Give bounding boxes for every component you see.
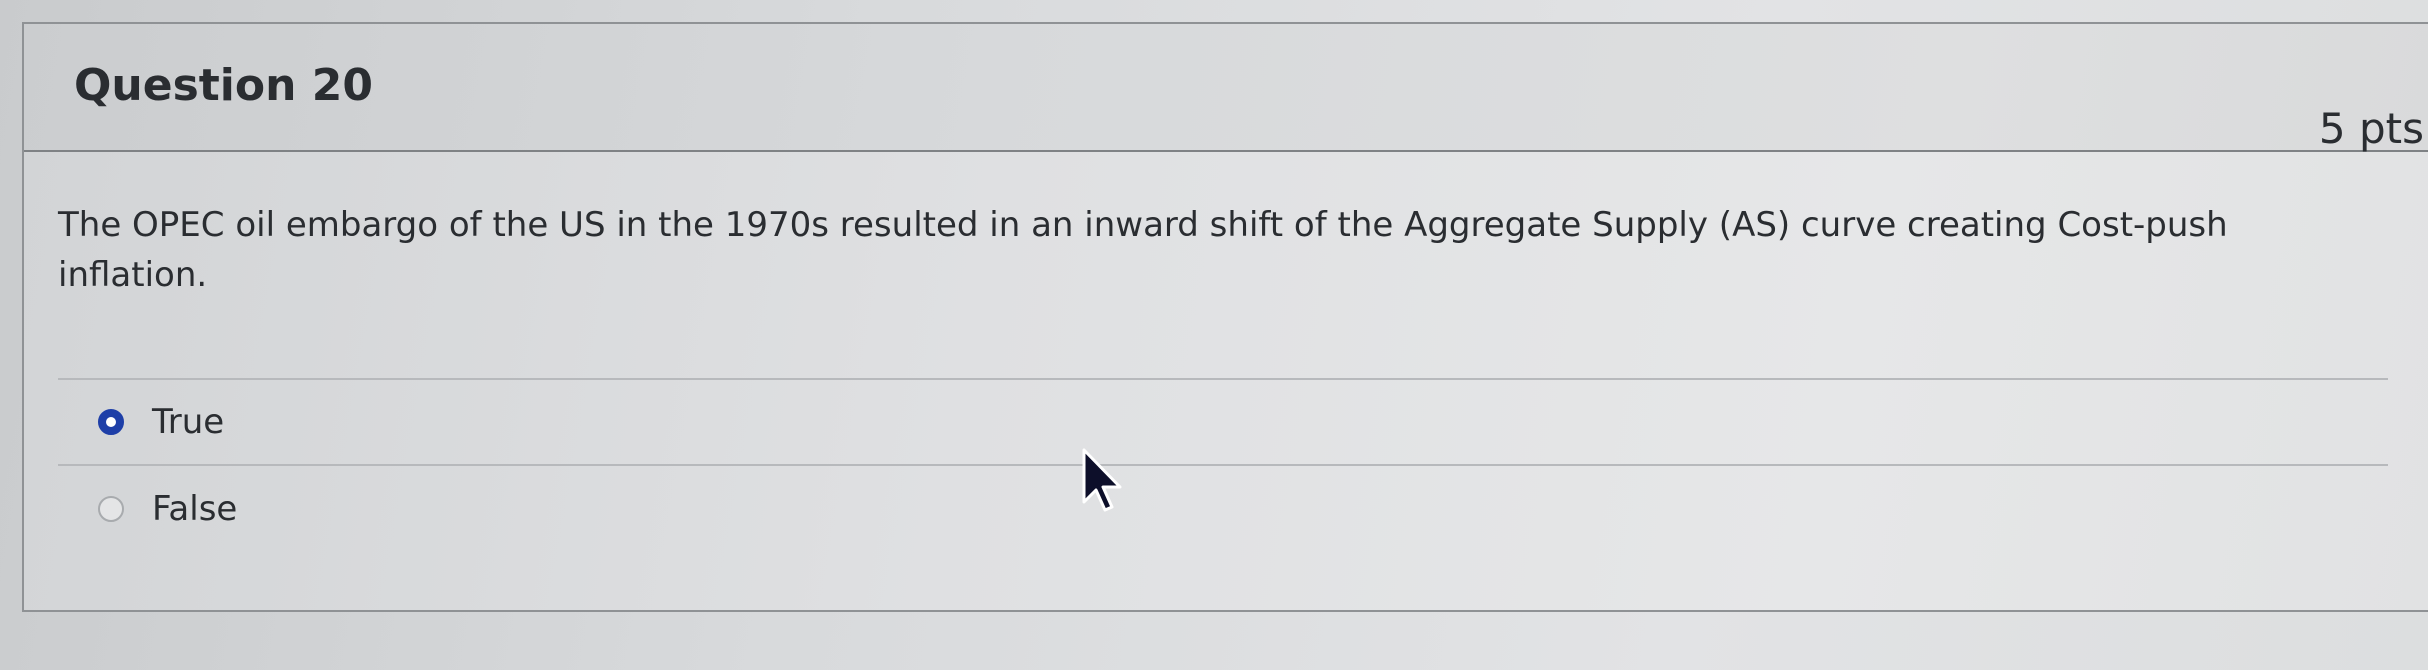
- question-title: Question 20: [74, 60, 373, 111]
- question-header: Question 20 5 pts: [24, 24, 2428, 153]
- radio-button-selected-icon[interactable]: [98, 409, 124, 435]
- question-text: The OPEC oil embargo of the US in the 19…: [58, 205, 2228, 295]
- answer-option-true[interactable]: True: [58, 380, 2388, 466]
- question-points: 5 pts: [2318, 104, 2424, 153]
- answer-list: True False: [58, 378, 2388, 552]
- answer-label-true[interactable]: True: [152, 402, 224, 442]
- radio-button-unselected-icon[interactable]: [98, 496, 124, 522]
- mouse-pointer-icon: [1082, 448, 1122, 512]
- answer-option-false[interactable]: False: [58, 466, 2388, 552]
- answer-label-false[interactable]: False: [152, 489, 237, 529]
